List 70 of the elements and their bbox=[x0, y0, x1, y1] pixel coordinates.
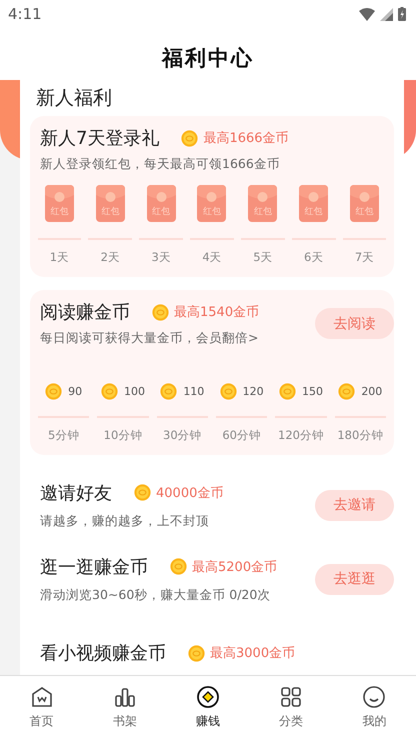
coin-icon bbox=[170, 558, 187, 575]
card-subtitle: 新人登录领红包，每天最高可领1666金币 bbox=[39, 156, 281, 173]
nav-tab[interactable]: 分类 bbox=[250, 676, 333, 739]
day-label: 5天 bbox=[253, 250, 273, 266]
task-subtitle: 滑动浏览30~60秒，赚大量金币 0/20次 bbox=[40, 586, 272, 604]
coin-amount: 150 bbox=[302, 385, 323, 398]
day-label: 1天 bbox=[50, 250, 70, 266]
reward-text: 最高1666金币 bbox=[203, 130, 289, 147]
coin-icon bbox=[45, 383, 62, 400]
envelope-button[interactable]: 红包 bbox=[350, 185, 380, 222]
coin-icon bbox=[134, 484, 151, 501]
time-label: 60分钟 bbox=[222, 428, 261, 444]
coin-icon bbox=[160, 383, 178, 400]
day-label: 7天 bbox=[354, 250, 374, 266]
envelope-button[interactable]: 红包 bbox=[44, 185, 74, 222]
card-subtitle: 每日阅读可获得大量金币，会员翻倍> bbox=[39, 330, 260, 347]
coin-icon bbox=[278, 383, 296, 400]
task-title: 逛一逛赚金币 bbox=[40, 556, 148, 578]
task-title: 看小视频赚金币 bbox=[40, 642, 166, 665]
wifi-icon bbox=[359, 8, 375, 20]
coin-icon bbox=[188, 644, 205, 662]
time-label: 30分钟 bbox=[163, 428, 202, 444]
reward-text: 最高5200金币 bbox=[192, 558, 278, 576]
sheet-title: 新人福利 bbox=[36, 86, 112, 111]
nav-tab[interactable]: 书架 bbox=[83, 676, 166, 739]
battery-icon bbox=[398, 7, 406, 21]
nav-tab[interactable]: 赚钱 bbox=[166, 676, 250, 739]
envelope-button[interactable]: 红包 bbox=[248, 185, 278, 222]
coin-icon bbox=[338, 383, 356, 400]
nav-tab[interactable]: 我的 bbox=[332, 676, 416, 739]
card-title: 新人7天登录礼 bbox=[40, 127, 160, 150]
envelope-button[interactable]: 红包 bbox=[299, 185, 328, 222]
earn-icon bbox=[196, 685, 220, 709]
envelope-button[interactable]: 红包 bbox=[197, 185, 226, 222]
coin-icon bbox=[181, 130, 198, 146]
go-read-button[interactable]: 去阅读 bbox=[315, 308, 394, 339]
home-icon bbox=[30, 685, 54, 709]
signal-icon bbox=[380, 8, 393, 20]
day-label: 4天 bbox=[202, 250, 222, 266]
day-label: 3天 bbox=[151, 250, 171, 266]
smiley-icon bbox=[362, 685, 386, 709]
coin-amount: 120 bbox=[242, 385, 264, 398]
task-subtitle: 请越多，赚的越多，上不封顶 bbox=[40, 512, 210, 530]
coin-icon bbox=[100, 383, 118, 400]
envelope-button[interactable]: 红包 bbox=[146, 185, 176, 222]
time-label: 5分钟 bbox=[48, 428, 80, 444]
page-title: 福利中心 bbox=[162, 45, 254, 72]
time-label: 120分钟 bbox=[278, 428, 324, 444]
card-title: 阅读赚金币 bbox=[40, 301, 130, 324]
task-button[interactable]: 去邀请 bbox=[315, 490, 394, 520]
coin-icon bbox=[152, 304, 169, 320]
grid-icon bbox=[279, 685, 304, 709]
coin-amount: 110 bbox=[183, 385, 204, 398]
coin-amount: 100 bbox=[124, 385, 145, 398]
coin-amount: 90 bbox=[68, 385, 82, 398]
task-title: 邀请好友 bbox=[40, 482, 112, 504]
reward-text: 最高1540金币 bbox=[174, 304, 260, 321]
reward-text: 最高3000金币 bbox=[210, 645, 296, 662]
coin-icon bbox=[220, 383, 237, 400]
time-label: 180分钟 bbox=[337, 428, 384, 444]
reward-text: 40000金币 bbox=[156, 484, 224, 502]
coin-amount: 200 bbox=[361, 385, 382, 398]
envelope-button[interactable]: 红包 bbox=[96, 185, 125, 222]
task-button[interactable]: 去逛逛 bbox=[315, 564, 394, 594]
status-time: 4:11 bbox=[8, 5, 42, 23]
nav-tab[interactable]: 首页 bbox=[0, 676, 84, 739]
day-label: 2天 bbox=[100, 250, 120, 266]
day-label: 6天 bbox=[304, 250, 324, 266]
bookshelf-icon bbox=[112, 685, 137, 709]
time-label: 10分钟 bbox=[104, 428, 142, 444]
